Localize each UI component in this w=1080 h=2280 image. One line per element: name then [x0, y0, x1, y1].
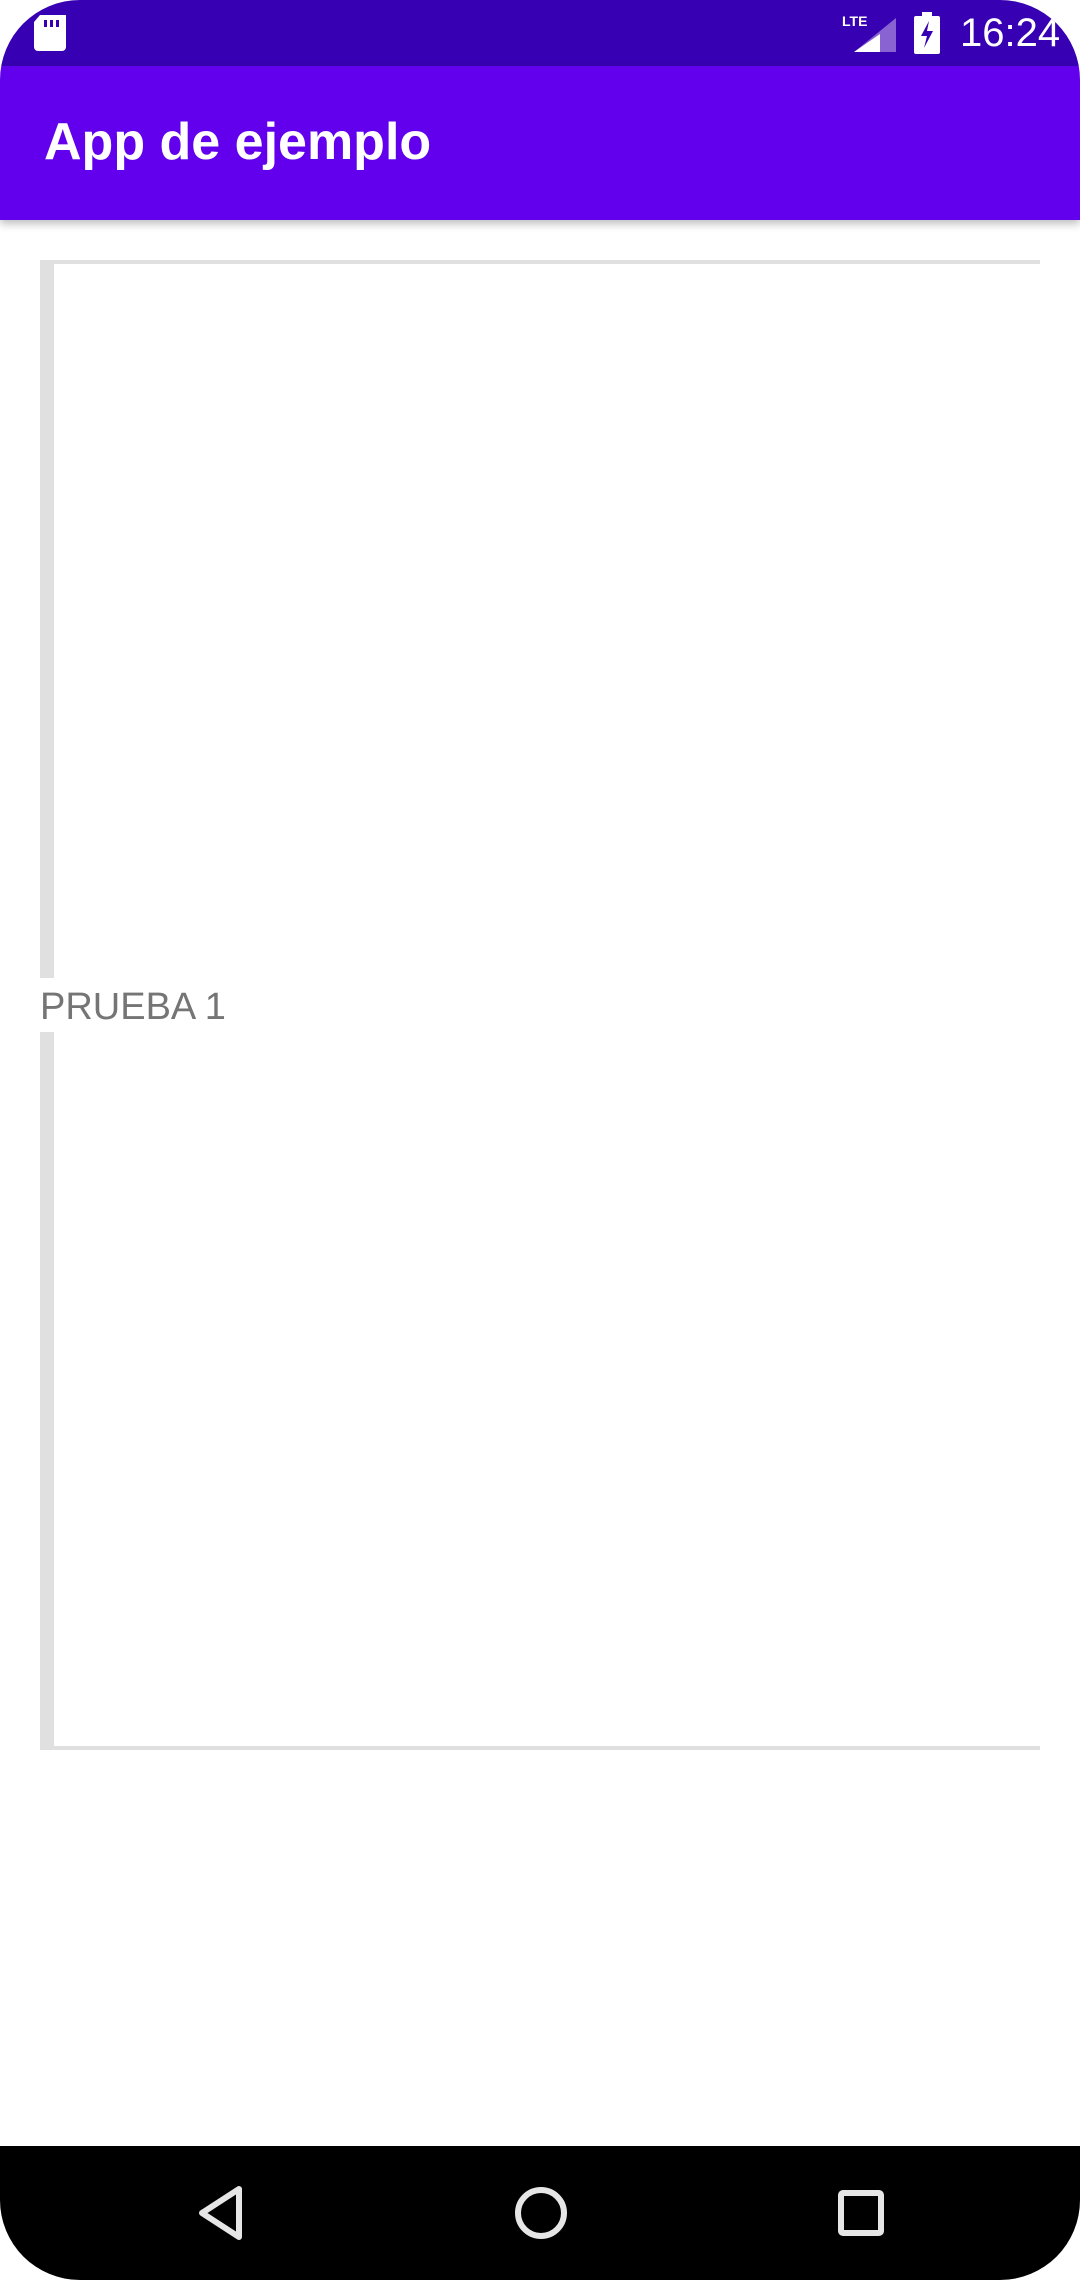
top-content-frame: [40, 260, 1040, 980]
navigation-bar: [0, 2146, 1080, 2280]
recents-button[interactable]: [824, 2176, 898, 2250]
back-button[interactable]: [184, 2176, 258, 2250]
home-button[interactable]: [504, 2176, 578, 2250]
section-label: PRUEBA 1: [40, 986, 226, 1028]
bottom-content-frame: [40, 1032, 1040, 1750]
lte-label: LTE: [842, 13, 867, 29]
app-title: App de ejemplo: [44, 113, 432, 171]
back-icon: [199, 2186, 242, 2240]
phone-screen: LTE 16:24 App de ejemplo PRUEBA 1: [0, 0, 1080, 2280]
status-clock: 16:24: [960, 11, 1061, 55]
bottom-frame-bottom-border: [40, 1746, 1040, 1750]
home-icon: [515, 2187, 567, 2239]
app-bar: App de ejemplo: [0, 66, 1080, 220]
battery-charging-icon: [912, 12, 942, 54]
recents-icon: [838, 2190, 884, 2236]
sd-card-icon: [32, 14, 68, 52]
top-frame-top-border: [40, 260, 1040, 264]
bottom-frame-left-border: [40, 1032, 54, 1750]
lte-signal-icon: LTE: [840, 12, 898, 54]
top-frame-left-border: [40, 260, 54, 978]
status-bar: LTE 16:24: [0, 0, 1080, 66]
